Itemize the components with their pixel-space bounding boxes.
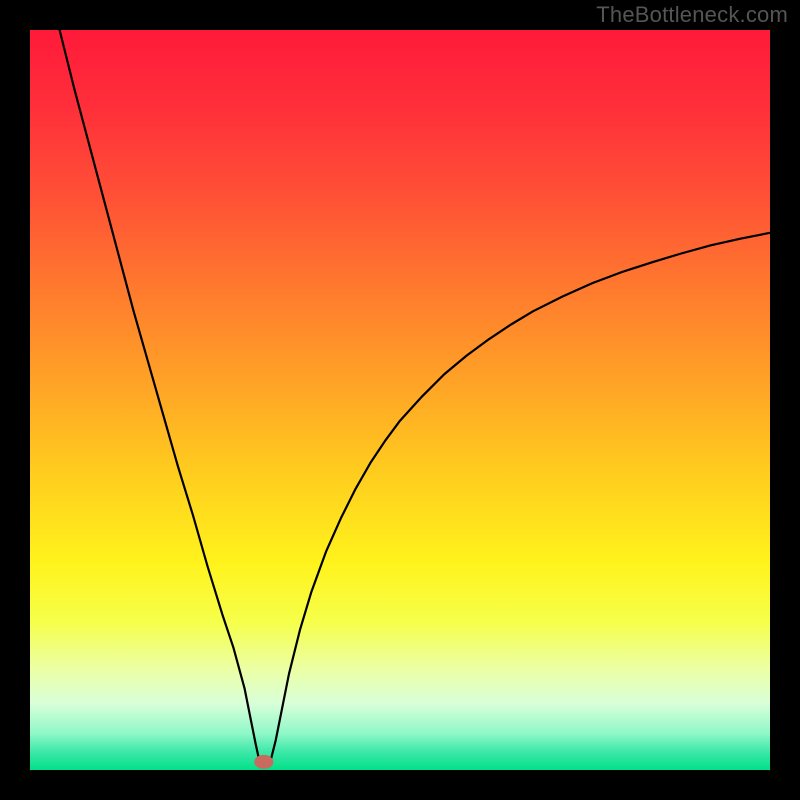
- chart-frame: TheBottleneck.com: [0, 0, 800, 800]
- watermark-text: TheBottleneck.com: [596, 2, 788, 28]
- chart-svg: [30, 30, 770, 770]
- gradient-background: [30, 30, 770, 770]
- minimum-marker: [254, 755, 273, 769]
- plot-area: [30, 30, 770, 770]
